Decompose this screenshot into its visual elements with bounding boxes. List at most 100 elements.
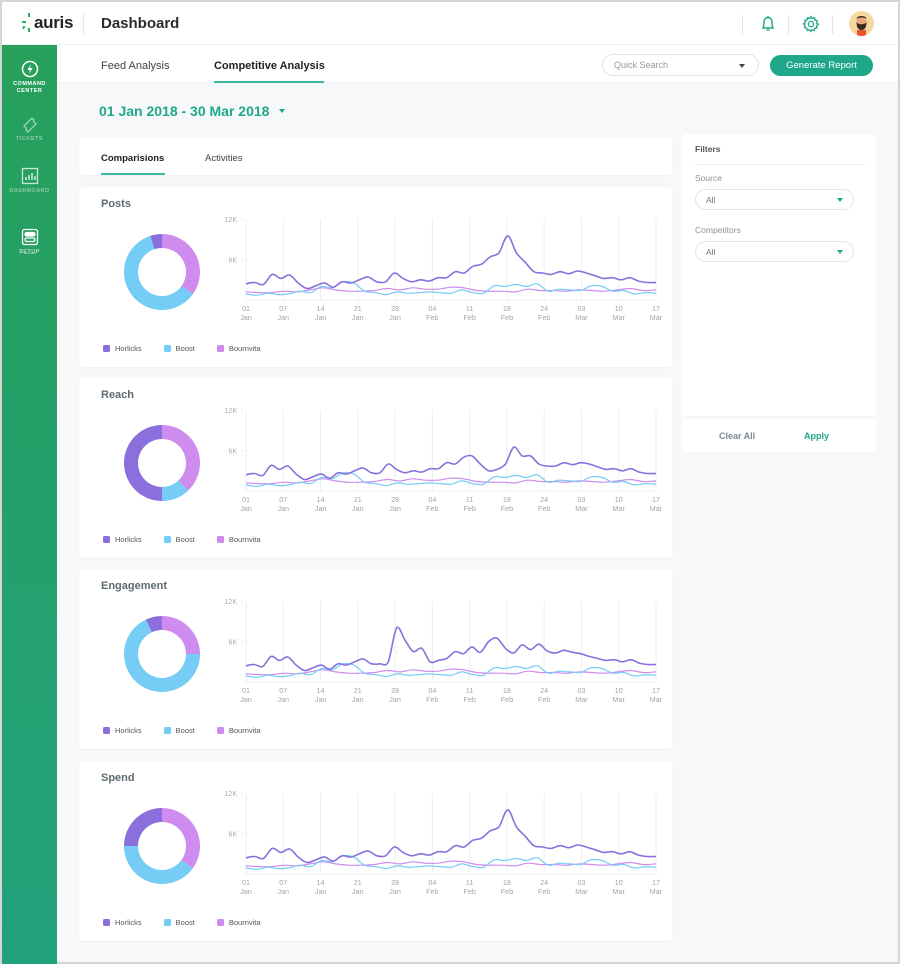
donut-chart [124, 425, 200, 501]
active-tab-indicator [214, 81, 324, 83]
series-line-horlicks[interactable] [245, 446, 657, 481]
content-tabs: Comparisions Activities [79, 138, 672, 175]
sidebar-item-tickets[interactable]: TICKETS [2, 115, 57, 143]
donut-slice-bournvita[interactable] [162, 234, 200, 295]
donut-chart [124, 616, 200, 692]
x-tick-label: 11 Feb [463, 686, 475, 704]
competitors-select[interactable]: All [695, 241, 854, 262]
sub-navigation: Feed Analysis Competitive Analysis Quick… [57, 45, 898, 83]
x-tick-label: 28 Jan [389, 304, 401, 322]
x-tick-label: 07 Jan [277, 495, 289, 513]
legend-item-horlicks[interactable]: Horlicks [103, 726, 142, 735]
tab-competitive-analysis[interactable]: Competitive Analysis [214, 60, 325, 72]
x-tick-label: 03 Mar [575, 686, 588, 704]
filters-title: Filters [695, 144, 721, 154]
donut-slice-horlicks[interactable] [124, 425, 162, 501]
sidebar-item-label: COMMAND CENTER [13, 81, 46, 94]
divider [83, 14, 84, 34]
tab-activities[interactable]: Activities [205, 153, 242, 164]
x-tick-label: 10 Mar [613, 495, 626, 513]
avatar[interactable] [849, 11, 874, 36]
series-line-horlicks[interactable] [245, 626, 657, 672]
chart-legend: Horlicks Boost Bournvita [103, 726, 283, 735]
donut-chart [124, 234, 200, 310]
clear-all-button[interactable]: Clear All [719, 431, 755, 441]
source-select[interactable]: All [695, 189, 854, 210]
chart-title: Reach [101, 389, 135, 401]
chevron-down-icon [837, 198, 843, 202]
x-tick-label: 14 Jan [315, 686, 327, 704]
sidebar-item-setup[interactable]: SETUP [2, 228, 57, 256]
sidebar-item-dashboard[interactable]: DASHBOARD [2, 167, 57, 195]
legend-item-horlicks[interactable]: Horlicks [103, 535, 142, 544]
legend-swatch [163, 536, 171, 543]
chevron-down-icon [837, 250, 843, 254]
series-line-horlicks[interactable] [245, 235, 657, 290]
x-tick-label: 10 Mar [613, 878, 626, 896]
legend-item-bournvita[interactable]: Bournvita [216, 535, 261, 544]
date-range-picker[interactable]: 01 Jan 2018 - 30 Mar 2018 [99, 103, 286, 119]
x-tick-label: 01 Jan [240, 304, 252, 322]
legend-item-boost[interactable]: Boost [163, 726, 195, 735]
x-tick-label: 28 Jan [389, 686, 401, 704]
x-tick-label: 01 Jan [240, 495, 252, 513]
page-title: Dashboard [101, 15, 180, 32]
line-chart: 12K 6K 01 Jan 07 Jan 14 Jan 21 Jan 28 Jan 04 Feb 11 Feb… [225, 217, 663, 322]
legend-swatch [103, 536, 110, 543]
legend-item-horlicks[interactable]: Horlicks [103, 344, 142, 353]
sidebar-item-command-center[interactable]: COMMAND CENTER [2, 60, 57, 95]
gear-icon[interactable] [801, 14, 821, 34]
legend-label: Boost [175, 344, 195, 353]
donut-slice-bournvita[interactable] [162, 616, 200, 654]
quick-search-placeholder: Quick Search [614, 60, 669, 70]
x-tick-label: 04 Feb [426, 495, 438, 513]
x-tick-label: 21 Jan [352, 304, 364, 322]
legend-label: Horlicks [115, 344, 142, 353]
x-tick-label: 14 Jan [315, 878, 327, 896]
legend-swatch [216, 919, 224, 926]
quick-search-dropdown[interactable]: Quick Search [602, 54, 759, 76]
sidebar-item-label: DASHBOARD [9, 188, 50, 194]
legend-swatch [103, 345, 110, 352]
legend-item-boost[interactable]: Boost [163, 918, 195, 927]
sidebar-item-label: SETUP [19, 249, 40, 255]
x-tick-label: 18 Feb [501, 304, 513, 322]
legend-label: Bournvita [228, 918, 261, 927]
x-tick-label: 21 Jan [352, 495, 364, 513]
series-line-horlicks[interactable] [245, 809, 657, 864]
tab-feed-analysis[interactable]: Feed Analysis [101, 60, 169, 72]
chart-legend: Horlicks Boost Bournvita [103, 344, 283, 353]
legend-label: Boost [175, 535, 195, 544]
bar-chart-icon [21, 167, 38, 185]
donut-slice-horlicks[interactable] [124, 808, 162, 846]
logo-text: auris [34, 13, 74, 32]
competitors-label: Competitors [695, 225, 741, 235]
donut-slice-boost[interactable] [124, 846, 193, 884]
x-tick-label: 18 Feb [501, 878, 513, 896]
x-tick-label: 18 Feb [501, 686, 513, 704]
legend-item-horlicks[interactable]: Horlicks [103, 918, 142, 927]
logo[interactable]: auris [22, 13, 73, 33]
x-tick-label: 07 Jan [277, 304, 289, 322]
legend-item-bournvita[interactable]: Bournvita [216, 726, 261, 735]
generate-report-button[interactable]: Generate Report [770, 55, 873, 76]
apply-button[interactable]: Apply [804, 431, 829, 441]
legend-item-boost[interactable]: Boost [163, 344, 195, 353]
chevron-down-icon [279, 109, 286, 113]
bell-icon[interactable] [758, 14, 778, 34]
top-bar: auris Dashboard [2, 2, 898, 45]
filters-panel: Filters Source All Competitors All [682, 134, 876, 416]
chart-card-reach: Reach 12K 6K 01 Jan 07 Jan 14 Jan 21 Jan 28 Jan 04 Feb… [79, 378, 672, 558]
chart-title: Spend [101, 772, 135, 784]
legend-label: Bournvita [228, 535, 261, 544]
x-tick-label: 21 Jan [352, 878, 364, 896]
x-tick-label: 01 Jan [240, 878, 252, 896]
active-tab-indicator [101, 173, 165, 175]
donut-slice-bournvita[interactable] [162, 425, 200, 491]
legend-item-bournvita[interactable]: Bournvita [216, 344, 261, 353]
divider [695, 164, 865, 165]
legend-item-bournvita[interactable]: Bournvita [216, 918, 261, 927]
tab-comparisions[interactable]: Comparisions [101, 153, 164, 164]
donut-slice-bournvita[interactable] [162, 808, 200, 869]
legend-item-boost[interactable]: Boost [163, 535, 195, 544]
